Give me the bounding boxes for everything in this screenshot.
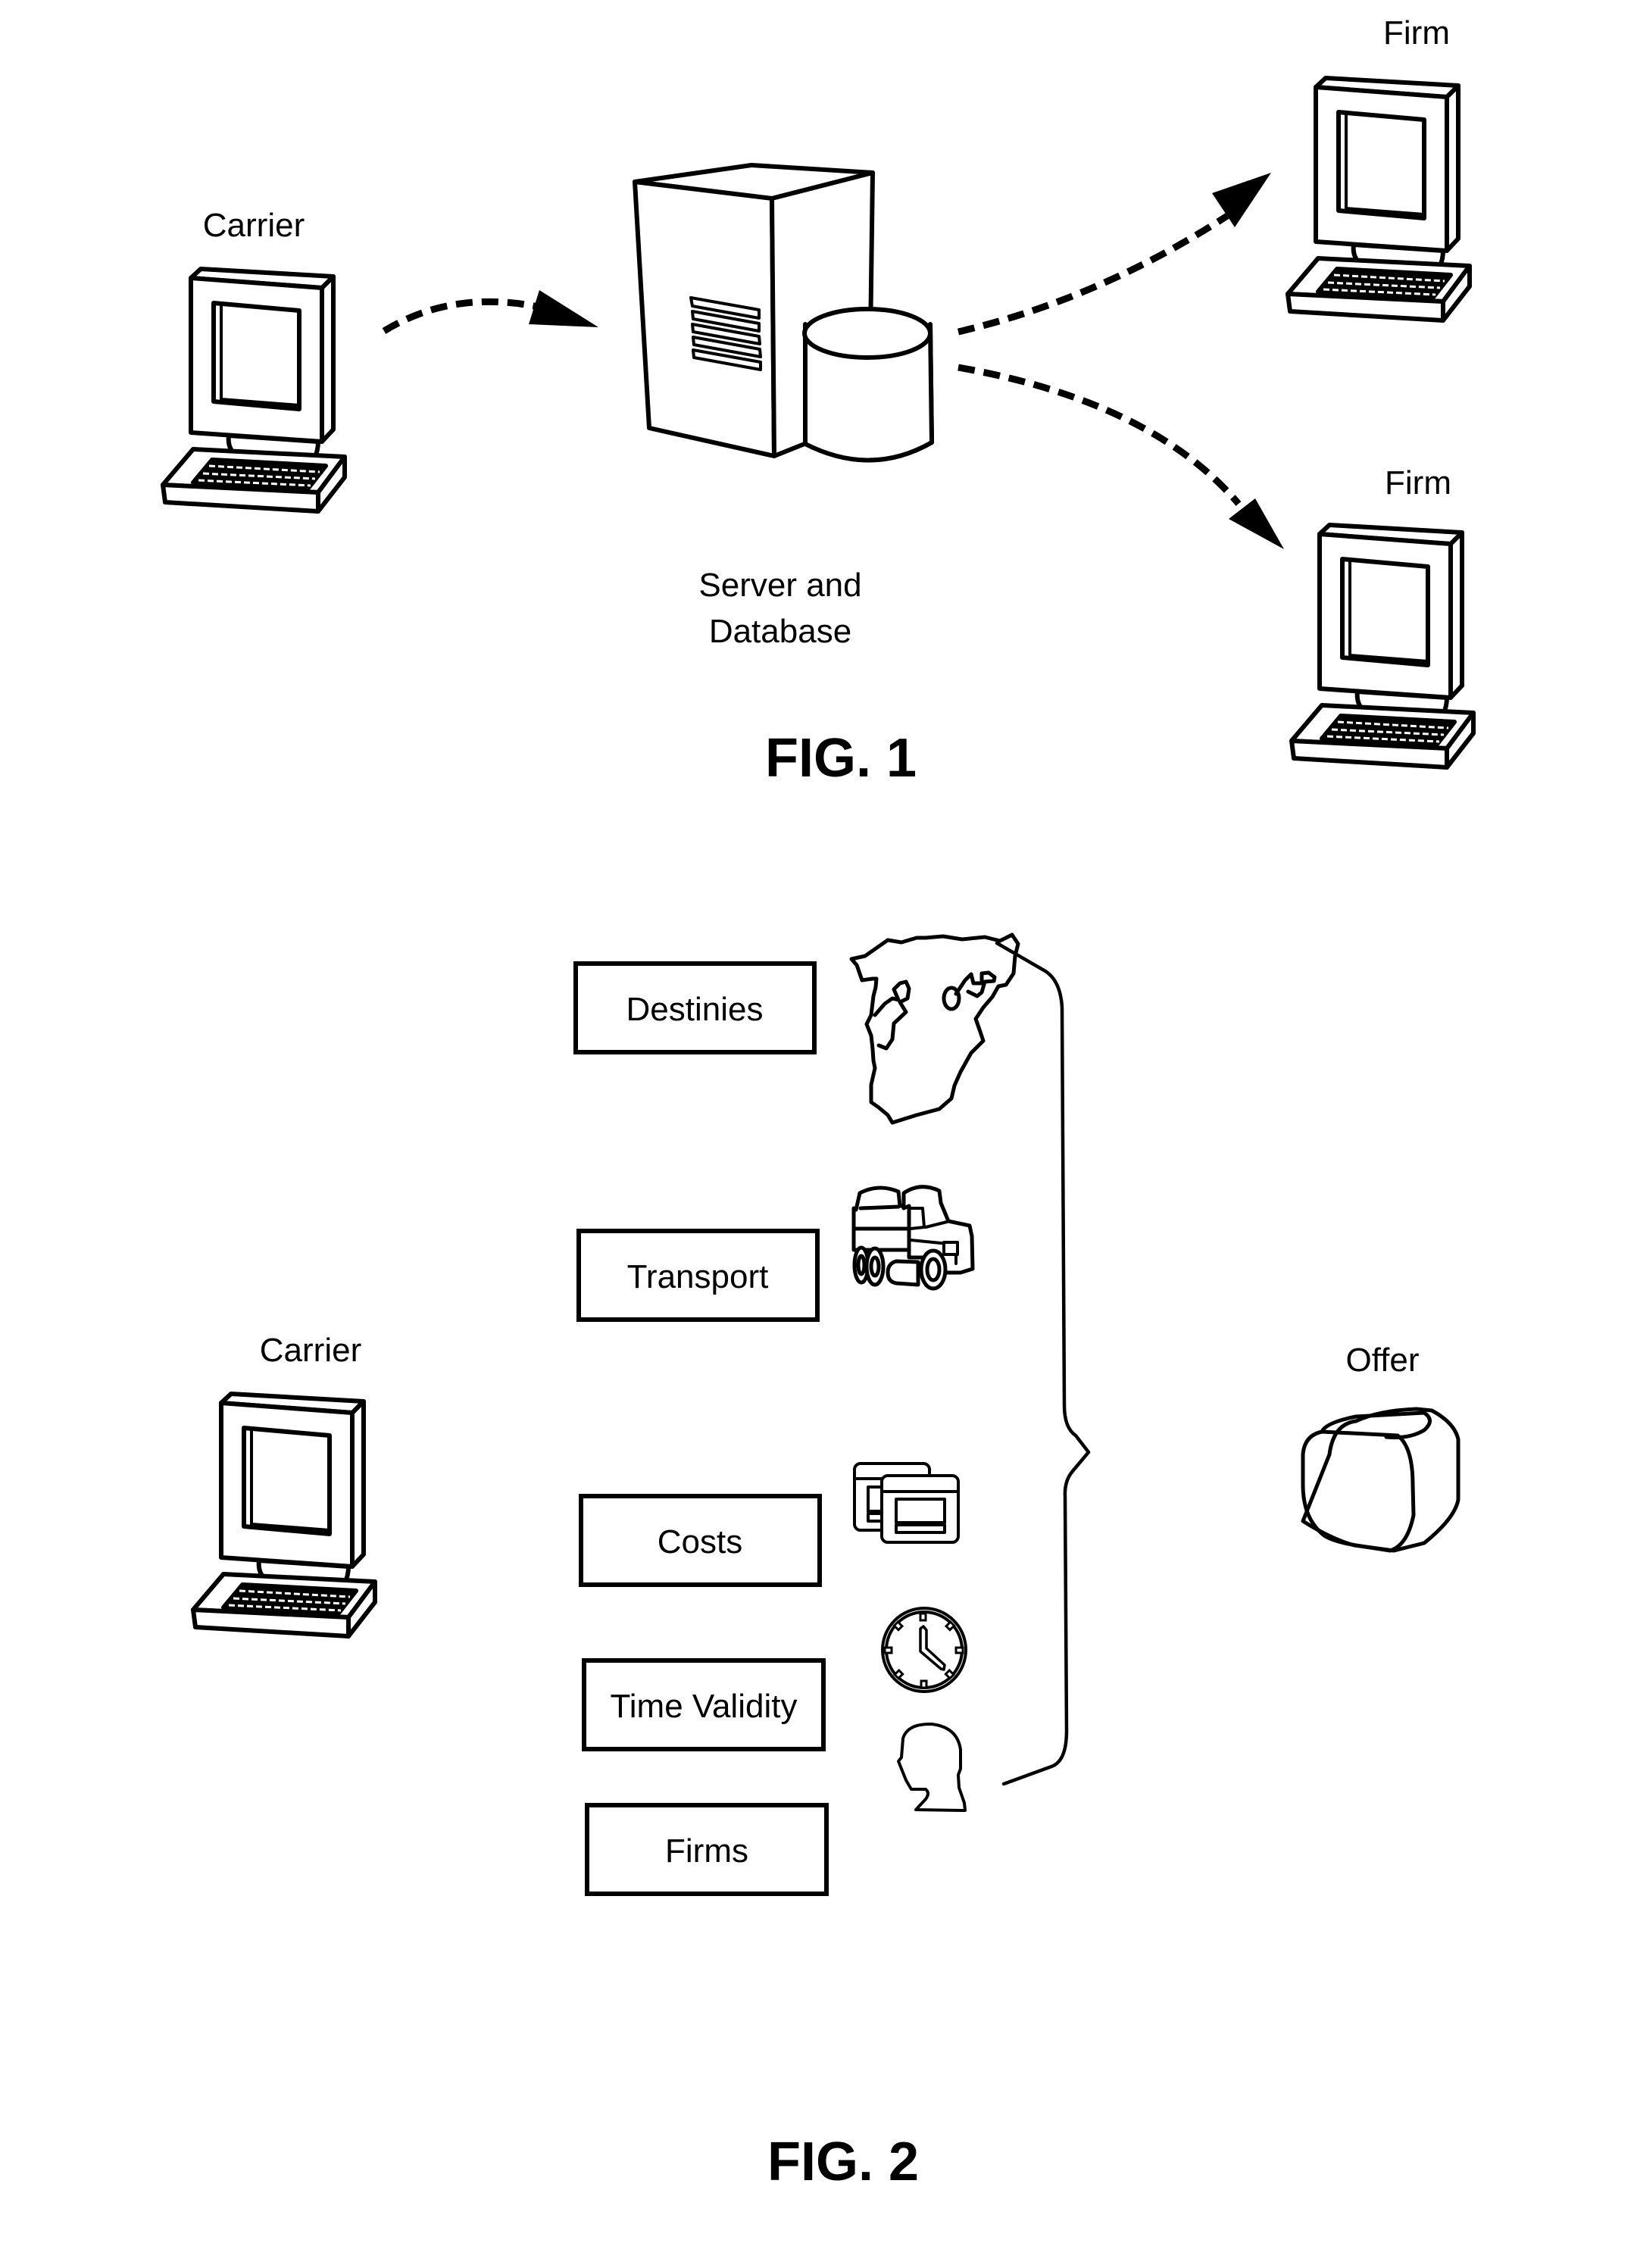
- fig2-carrier-label: Carrier: [260, 1332, 361, 1369]
- patent-figures: Carrier Server and Database Firm Firm FI…: [0, 14, 1637, 2192]
- item-box-firms: Firms: [585, 1803, 829, 1896]
- fig1-firm-top-label: Firm: [1383, 14, 1450, 52]
- item-box-costs: Costs: [579, 1494, 822, 1587]
- server-label-line2: Database: [709, 613, 851, 650]
- clock-icon: [881, 1607, 967, 1693]
- fig2-carrier-computer-icon: [193, 1394, 375, 1636]
- item-label-transport: Transport: [627, 1258, 769, 1295]
- fig1-carrier-label: Carrier: [203, 207, 305, 244]
- firm-bottom-computer-icon: [1292, 525, 1473, 767]
- item-box-destinies: Destinies: [573, 961, 817, 1054]
- carrier-computer-icon: [163, 269, 345, 511]
- windows-icon: [853, 1462, 960, 1544]
- item-label-firms: Firms: [665, 1832, 748, 1870]
- rounded-cube-icon: [1301, 1407, 1460, 1553]
- firm-top-computer-icon: [1288, 78, 1470, 320]
- grouping-brace: [995, 941, 1091, 1786]
- flow-arrow-carrier-to-server: [382, 290, 598, 334]
- flow-arrow-server-to-firm-top: [957, 173, 1271, 336]
- truck-icon: [851, 1185, 975, 1291]
- fig1: Carrier Server and Database Firm Firm FI…: [163, 14, 1473, 789]
- item-label-costs: Costs: [658, 1523, 742, 1560]
- fig2-offer-label: Offer: [1345, 1342, 1419, 1379]
- item-box-transport: Transport: [576, 1229, 820, 1322]
- fig2: Carrier Destinies Transport Costs Time V…: [193, 933, 1460, 2192]
- item-box-time-validity: Time Validity: [582, 1658, 826, 1751]
- item-label-time-validity: Time Validity: [611, 1688, 798, 1725]
- item-label-destinies: Destinies: [626, 991, 764, 1028]
- fig1-firm-bottom-label: Firm: [1385, 464, 1451, 501]
- head-icon: [897, 1722, 967, 1812]
- fig1-caption: FIG. 1: [765, 728, 917, 789]
- server-label-line1: Server and: [698, 567, 861, 604]
- database-icon: [802, 307, 934, 463]
- map-icon: [849, 933, 1020, 1125]
- flow-arrow-server-to-firm-bottom: [958, 364, 1284, 549]
- fig2-caption: FIG. 2: [767, 2132, 919, 2192]
